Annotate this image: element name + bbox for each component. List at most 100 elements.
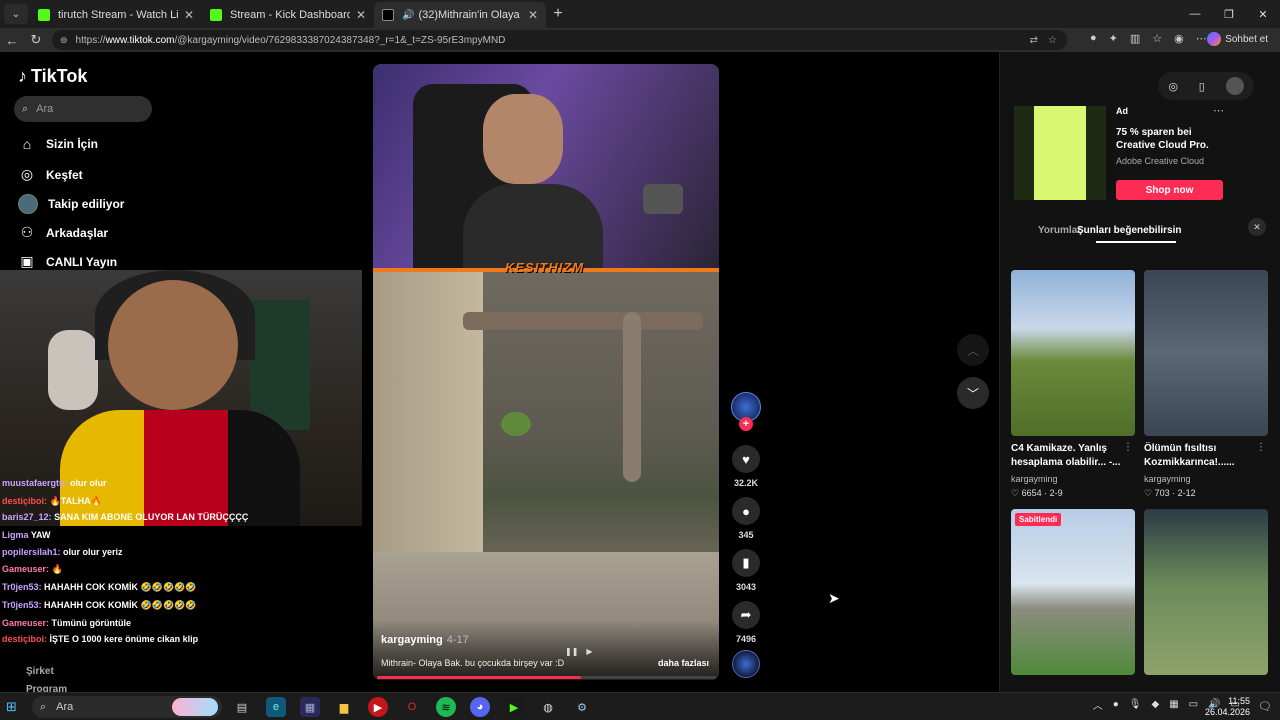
- split-screen-icon[interactable]: ▥: [1130, 32, 1140, 45]
- tiktok-logo[interactable]: ♪ TikTok: [18, 66, 87, 87]
- task-view-icon[interactable]: ▤: [232, 697, 252, 717]
- refresh-icon[interactable]: ↻: [24, 32, 48, 48]
- share-button[interactable]: ➦ 7496: [728, 601, 764, 644]
- taskbar-clock[interactable]: 11:55 26.04.2026: [1205, 696, 1250, 718]
- chat-text: HAHAHH COK KOMİK 🤣🤣🤣🤣🤣: [44, 600, 197, 610]
- video-author[interactable]: kargayming 4-17: [381, 634, 469, 646]
- related-thumbnail[interactable]: [1144, 270, 1268, 436]
- related-thumbnail[interactable]: [1011, 270, 1135, 436]
- extensions-puzzle-icon[interactable]: ✦: [1109, 32, 1118, 45]
- more-options-icon[interactable]: ⋮: [1256, 442, 1266, 453]
- coins-icon[interactable]: ◎: [1168, 80, 1178, 93]
- address-bar[interactable]: ⊜ https://www.tiktok.com/@kargayming/vid…: [52, 30, 1067, 50]
- mobile-app-icon[interactable]: ▯: [1199, 80, 1205, 93]
- browser-tab-kick-stream[interactable]: tirutch Stream - Watch Live on Kick ✕: [30, 2, 202, 28]
- spotify-icon[interactable]: ≋: [436, 697, 456, 717]
- extension-icon[interactable]: ●: [1090, 32, 1097, 45]
- nav-item-live[interactable]: ▣ CANLI Yayın: [18, 253, 117, 270]
- file-explorer-icon[interactable]: ▆: [334, 697, 354, 717]
- share-count: 7496: [735, 634, 757, 644]
- video-overlay-brand: KESITHIZM: [505, 260, 585, 275]
- video-player[interactable]: KESITHIZM kargayming 4-17 ❚❚ ▶ Mithrain- …: [373, 64, 719, 680]
- save-button[interactable]: ▮ 3043: [728, 549, 764, 592]
- tray-app-icon[interactable]: ◆: [1151, 699, 1159, 710]
- like-button[interactable]: ♥ 32.2K: [728, 445, 764, 488]
- close-tab-icon[interactable]: ✕: [528, 8, 538, 22]
- taskbar-apps: ▤ e ▦ ▆ ▶ O ≋ ◕ ▶ ◍ ⚙: [232, 697, 592, 717]
- top-actions: ◎ ▯: [1158, 72, 1254, 100]
- back-icon[interactable]: ←: [0, 33, 24, 48]
- more-options-icon[interactable]: ⋮: [1123, 442, 1133, 453]
- footer-link-company[interactable]: Şirket: [26, 666, 54, 677]
- taskbar-search[interactable]: ⌕ Ara: [32, 696, 222, 718]
- copilot-button[interactable]: Sohbet et: [1207, 32, 1268, 46]
- more-button[interactable]: daha fazlası: [658, 658, 709, 668]
- tray-app-icon[interactable]: ▦: [1169, 699, 1178, 710]
- tray-app-icon[interactable]: ●: [1113, 699, 1119, 710]
- app-icon[interactable]: ▦: [300, 697, 320, 717]
- nav-item-explore[interactable]: ◎ Keşfet: [18, 166, 83, 183]
- new-tab-button[interactable]: +: [546, 2, 570, 26]
- tab-comments[interactable]: Yorumlar: [1038, 225, 1081, 236]
- windows-taskbar: ⊞ ⌕ Ara ▤ e ▦ ▆ ▶ O ≋ ◕ ▶ ◍ ⚙ ︿ ● 🎙 ◆ ▦ …: [0, 692, 1280, 720]
- next-video-button[interactable]: ﹀: [957, 377, 989, 409]
- previous-video-button[interactable]: ︿: [957, 334, 989, 366]
- tab-you-may-like[interactable]: Şunları beğenebilirsin: [1077, 225, 1181, 236]
- minimize-icon[interactable]: —: [1178, 0, 1212, 28]
- notifications-icon[interactable]: 🗨: [1258, 700, 1272, 713]
- related-video-card[interactable]: Ölümün fısıltısı Kozmikkarınca!...... ⋮ …: [1144, 270, 1268, 499]
- discord-icon[interactable]: ◕: [470, 697, 490, 717]
- nav-label: Arkadaşlar: [46, 225, 109, 240]
- nav-item-following[interactable]: Takip ediliyor: [18, 194, 124, 214]
- pause-icon[interactable]: ❚❚: [565, 647, 578, 656]
- translate-icon[interactable]: ⇄: [1030, 35, 1038, 46]
- footer-link-program[interactable]: Program: [26, 684, 67, 692]
- nav-item-friends[interactable]: ⚇ Arkadaşlar: [18, 224, 108, 241]
- author-name[interactable]: kargayming: [381, 634, 443, 646]
- related-video-card[interactable]: [1144, 509, 1268, 675]
- ad-thumbnail[interactable]: [1014, 106, 1106, 200]
- obs-icon[interactable]: ◍: [538, 697, 558, 717]
- youtube-icon[interactable]: ▶: [368, 697, 388, 717]
- close-panel-button[interactable]: ✕: [1248, 218, 1266, 236]
- user-avatar[interactable]: [1225, 77, 1244, 95]
- steam-icon[interactable]: ⚙: [572, 697, 592, 717]
- related-video-card[interactable]: Sabitlendi: [1011, 509, 1135, 675]
- maximize-icon[interactable]: ❐: [1212, 0, 1246, 28]
- tray-overflow-icon[interactable]: ︿: [1093, 697, 1103, 712]
- close-tab-icon[interactable]: ✕: [184, 8, 194, 22]
- nav-label: Sizin İçin: [46, 137, 99, 151]
- speaker-icon[interactable]: 🔊: [402, 10, 414, 21]
- windows-start-icon[interactable]: ⊞: [6, 699, 22, 715]
- play-icon[interactable]: ▶: [586, 647, 592, 656]
- nav-item-for-you[interactable]: ⌂ Sizin İçin: [18, 136, 98, 152]
- search-input[interactable]: ⌕ Ara: [14, 96, 152, 122]
- edge-browser-icon[interactable]: e: [266, 697, 286, 717]
- opera-icon[interactable]: O: [402, 697, 422, 717]
- tab-actions-menu-button[interactable]: ⌄: [4, 4, 28, 24]
- close-window-icon[interactable]: ✕: [1246, 0, 1280, 28]
- favorite-star-icon[interactable]: ☆: [1048, 35, 1057, 46]
- related-thumbnail[interactable]: [1144, 509, 1268, 675]
- comment-button[interactable]: ● 345: [728, 497, 764, 540]
- favorites-icon[interactable]: ☆: [1152, 32, 1162, 45]
- browser-tab-tiktok[interactable]: 🔊 (32)Mithrain'in Olaya Bakış Açısı | Ti…: [374, 2, 546, 28]
- network-icon[interactable]: ▭: [1189, 699, 1198, 710]
- profile-icon[interactable]: ◉: [1174, 32, 1184, 45]
- related-thumbnail[interactable]: Sabitlendi: [1011, 509, 1135, 675]
- url-host: www.tiktok.com: [105, 34, 175, 46]
- ad-shop-now-button[interactable]: Shop now: [1116, 180, 1223, 200]
- related-author[interactable]: kargayming: [1011, 474, 1135, 484]
- follow-plus-icon[interactable]: +: [739, 417, 753, 431]
- video-progress-bar[interactable]: [377, 676, 717, 679]
- close-tab-icon[interactable]: ✕: [356, 8, 366, 22]
- more-menu-icon[interactable]: ⋯: [1196, 32, 1207, 45]
- site-info-icon[interactable]: ⊜: [60, 35, 68, 46]
- microphone-icon[interactable]: 🎙: [1129, 699, 1142, 710]
- music-disc-icon[interactable]: [732, 650, 760, 678]
- related-author[interactable]: kargayming: [1144, 474, 1268, 484]
- ad-more-icon[interactable]: ⋯: [1213, 104, 1224, 117]
- related-video-card[interactable]: C4 Kamikaze. Yanlış hesaplama olabilir..…: [1011, 270, 1135, 499]
- browser-tab-kick-dashboard[interactable]: Stream - Kick Dashboard ✕: [202, 2, 374, 28]
- kick-icon[interactable]: ▶: [504, 697, 524, 717]
